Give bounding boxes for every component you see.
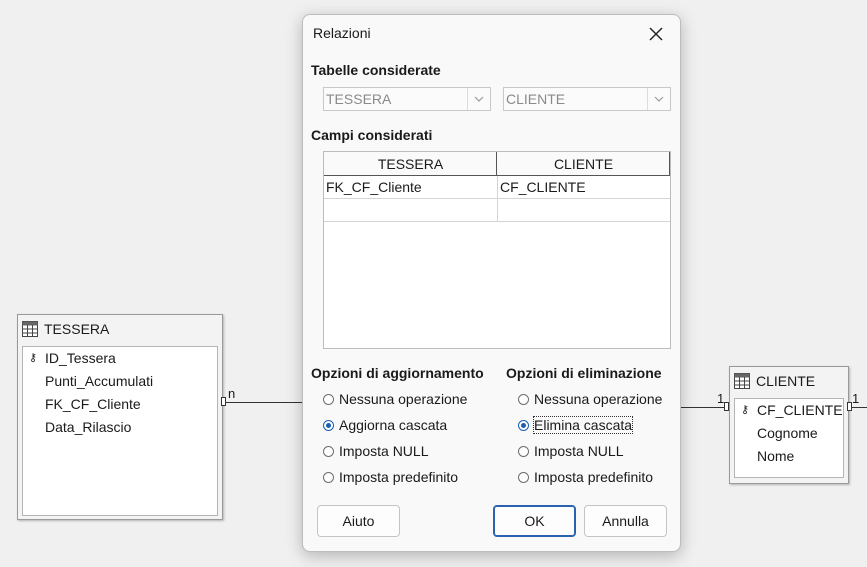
radio-button-checked[interactable] — [518, 419, 529, 431]
grid-header-cliente[interactable]: CLIENTE — [497, 152, 670, 176]
field-label: FK_CF_Cliente — [45, 396, 141, 412]
radio-label: Imposta NULL — [339, 443, 429, 459]
radio-label: Imposta NULL — [534, 443, 624, 459]
field-label: Cognome — [757, 425, 818, 441]
update-option-set-null[interactable]: Imposta NULL — [323, 440, 428, 462]
radio-label: Elimina cascata — [532, 416, 634, 434]
update-option-none[interactable]: Nessuna operazione — [323, 388, 467, 410]
tessera-table-header[interactable]: TESSERA — [18, 315, 222, 343]
right-table-select[interactable]: CLIENTE — [503, 87, 671, 111]
cliente-table-title: CLIENTE — [756, 373, 816, 389]
grid-header-tessera[interactable]: TESSERA — [324, 152, 497, 176]
help-button[interactable]: Aiuto — [317, 505, 400, 537]
field-nome[interactable]: Nome — [735, 445, 843, 468]
grid-cell-tessera[interactable]: FK_CF_Cliente — [324, 176, 497, 199]
relations-dialog: Relazioni Tabelle considerate TESSERA CL… — [302, 14, 681, 552]
cliente-field-list[interactable]: ⚷ CF_CLIENTE Cognome Nome — [734, 398, 844, 478]
delete-option-set-default[interactable]: Imposta predefinito — [518, 466, 653, 488]
cliente-table-window[interactable]: CLIENTE ⚷ CF_CLIENTE Cognome Nome — [729, 366, 849, 484]
tessera-table-window[interactable]: TESSERA ⚷ ID_Tessera Punti_Accumulati FK… — [17, 314, 223, 520]
field-label: Punti_Accumulati — [45, 373, 154, 389]
field-cognome[interactable]: Cognome — [735, 422, 843, 445]
tessera-field-list[interactable]: ⚷ ID_Tessera Punti_Accumulati FK_CF_Clie… — [22, 346, 218, 516]
right-table-select-value: CLIENTE — [506, 91, 566, 107]
cardinality-1-label: 1 — [717, 391, 725, 406]
radio-button[interactable] — [323, 471, 334, 483]
delete-option-set-null[interactable]: Imposta NULL — [518, 440, 623, 462]
field-punti-accumulati[interactable]: Punti_Accumulati — [23, 370, 217, 393]
fields-heading: Campi considerati — [311, 127, 433, 143]
relation-connector-right — [724, 402, 729, 411]
grid-cell-cliente[interactable]: CF_CLIENTE — [497, 176, 670, 199]
update-option-set-default[interactable]: Imposta predefinito — [323, 466, 458, 488]
update-option-cascade[interactable]: Aggiorna cascata — [323, 414, 447, 436]
field-id-tessera[interactable]: ⚷ ID_Tessera — [23, 347, 217, 370]
field-label: Data_Rilascio — [45, 419, 132, 435]
radio-label: Imposta predefinito — [339, 469, 459, 485]
cancel-button[interactable]: Annulla — [584, 505, 667, 537]
field-cf-cliente[interactable]: ⚷ CF_CLIENTE — [735, 399, 843, 422]
field-label: CF_CLIENTE — [757, 402, 843, 418]
radio-label: Aggiorna cascata — [339, 417, 448, 433]
delete-option-cascade[interactable]: Elimina cascata — [518, 414, 634, 436]
relation-line-right[interactable] — [679, 407, 725, 408]
grid-right-edge — [669, 152, 670, 176]
delete-option-none[interactable]: Nessuna operazione — [518, 388, 662, 410]
table-icon — [734, 373, 750, 389]
fields-grid[interactable]: TESSERA CLIENTE FK_CF_Cliente CF_CLIENTE — [323, 151, 671, 349]
radio-button[interactable] — [323, 445, 334, 457]
left-table-select-value: TESSERA — [326, 91, 392, 107]
table-icon — [22, 321, 38, 337]
tables-heading: Tabelle considerate — [311, 62, 441, 78]
close-icon — [649, 27, 663, 41]
dialog-title: Relazioni — [313, 25, 371, 41]
ok-button[interactable]: OK — [493, 505, 576, 537]
radio-button[interactable] — [323, 393, 334, 405]
relation-line-far-right[interactable] — [852, 407, 867, 408]
left-table-select[interactable]: TESSERA — [323, 87, 491, 111]
primary-key-icon: ⚷ — [741, 404, 750, 416]
delete-options-heading: Opzioni di eliminazione — [506, 365, 662, 381]
grid-header-divider — [496, 152, 497, 176]
cliente-table-header[interactable]: CLIENTE — [730, 367, 848, 395]
cardinality-1-far-label: 1 — [852, 391, 860, 406]
field-label: Nome — [757, 448, 795, 464]
radio-button[interactable] — [518, 393, 529, 405]
chevron-down-icon — [647, 88, 670, 110]
radio-label: Nessuna operazione — [534, 391, 663, 407]
grid-cell-tessera-empty[interactable] — [324, 199, 497, 222]
field-fk-cf-cliente[interactable]: FK_CF_Cliente — [23, 393, 217, 416]
radio-label: Nessuna operazione — [339, 391, 468, 407]
chevron-down-icon — [467, 88, 490, 110]
radio-button[interactable] — [518, 471, 529, 483]
field-label: ID_Tessera — [45, 350, 116, 366]
radio-button[interactable] — [518, 445, 529, 457]
grid-cell-cliente-empty[interactable] — [497, 199, 670, 222]
radio-button-checked[interactable] — [323, 419, 334, 431]
field-data-rilascio[interactable]: Data_Rilascio — [23, 416, 217, 439]
radio-label: Imposta predefinito — [534, 469, 654, 485]
close-button[interactable] — [643, 21, 669, 47]
tessera-table-title: TESSERA — [44, 321, 110, 337]
primary-key-icon: ⚷ — [29, 352, 38, 364]
relation-line-left[interactable] — [226, 402, 302, 403]
update-options-heading: Opzioni di aggiornamento — [311, 365, 484, 381]
cardinality-n-label: n — [228, 386, 236, 401]
